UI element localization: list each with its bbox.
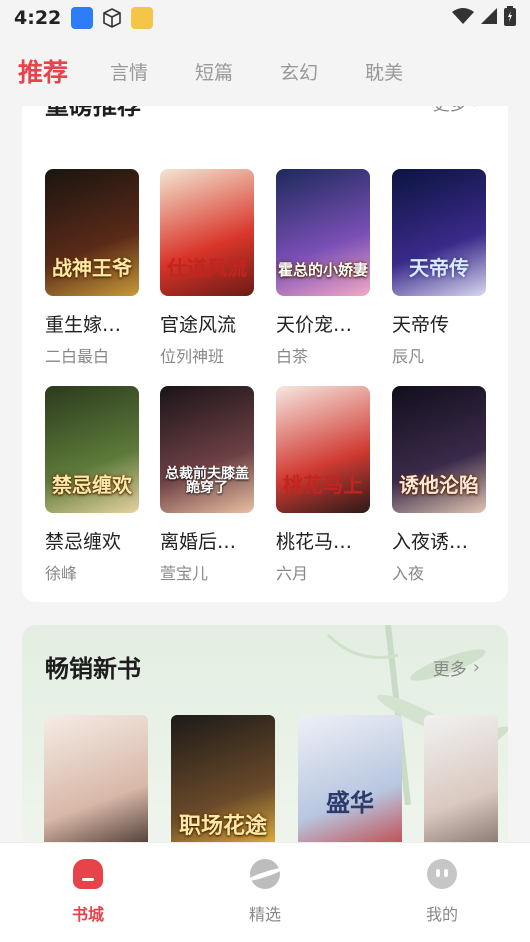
cover-title: 禁忌缠欢	[52, 473, 132, 497]
more-label: 更多	[432, 660, 467, 680]
book-item[interactable]: 桃花马上 桃花马… 六月	[276, 386, 370, 584]
book-cover[interactable]: 霍总的小娇妻	[276, 169, 370, 296]
book-item[interactable]: 诱他沦陷 入夜诱… 入夜	[392, 386, 486, 584]
cover-title: 诱他沦陷	[399, 473, 479, 497]
tab-recommend[interactable]: 推荐	[18, 53, 68, 89]
chevron-right-icon: ›	[472, 657, 480, 678]
book-cover[interactable]: 职场花途	[171, 715, 275, 842]
book-cover[interactable]: 禁忌缠欢	[45, 386, 139, 513]
chevron-right-icon: ›	[473, 106, 480, 113]
section-title: 畅销新书	[45, 655, 141, 683]
book-title[interactable]: 重生嫁…	[45, 310, 139, 337]
status-bar: 4:22	[0, 0, 530, 36]
cover-title: 桃花马上	[283, 473, 363, 497]
cover-title: 仕道风流	[167, 256, 247, 280]
bestseller-section: 畅销新书 更多 › 职场花途 盛华	[22, 625, 508, 842]
book-author: 白茶	[276, 347, 309, 366]
book-title[interactable]: 离婚后…	[160, 527, 254, 554]
wifi-icon	[452, 7, 474, 30]
tab-fantasy[interactable]: 玄幻	[280, 58, 318, 85]
cover-title: 总裁前夫膝盖跪穿了	[165, 466, 249, 496]
book-cover[interactable]	[44, 715, 148, 842]
tab-romance[interactable]: 言情	[110, 58, 148, 85]
book-cover[interactable]	[424, 715, 498, 842]
book-title[interactable]: 天帝传	[392, 310, 486, 337]
book-title[interactable]: 天价宠…	[276, 310, 370, 337]
book-title[interactable]: 官途风流	[160, 310, 254, 337]
cover-title: 霍总的小娇妻	[277, 261, 368, 279]
status-time: 4:22	[14, 7, 62, 29]
book-title[interactable]: 桃花马…	[276, 527, 370, 554]
book-author: 萱宝儿	[160, 564, 209, 583]
nav-bookstore[interactable]: 书城	[43, 859, 133, 925]
bookstore-icon	[73, 859, 103, 889]
book-author: 六月	[276, 564, 309, 583]
nav-label: 书城	[71, 905, 104, 924]
content-scroll[interactable]: 重磅推荐 更多 › 战神王爷 重生嫁… 二白最白 仕道风流 官途风流 位列神班 …	[0, 106, 530, 842]
book-author: 二白最白	[45, 347, 110, 366]
book-item[interactable]: 仕道风流 官途风流 位列神班	[160, 169, 254, 367]
book-author: 徐峰	[45, 564, 78, 583]
game-icon	[131, 7, 154, 29]
book-cover[interactable]: 桃花马上	[276, 386, 370, 513]
app-blue-icon	[71, 7, 94, 29]
nav-featured[interactable]: 精选	[220, 859, 310, 925]
more-link[interactable]: 更多 ›	[433, 106, 480, 115]
book-cover[interactable]: 盛华	[298, 715, 402, 842]
book-item[interactable]: 霍总的小娇妻 天价宠… 白茶	[276, 169, 370, 367]
category-tabs: 推荐 言情 短篇 玄幻 耽美	[0, 40, 530, 102]
book-cover[interactable]: 天帝传	[392, 169, 486, 296]
book-title[interactable]: 禁忌缠欢	[45, 527, 139, 554]
more-label: 更多	[433, 106, 467, 115]
tab-danmei[interactable]: 耽美	[365, 58, 403, 85]
cover-title: 天帝传	[409, 256, 469, 280]
book-title[interactable]: 入夜诱…	[392, 527, 486, 554]
tab-short[interactable]: 短篇	[195, 58, 233, 85]
book-item[interactable]: 总裁前夫膝盖跪穿了 离婚后… 萱宝儿	[160, 386, 254, 584]
cover-title: 战神王爷	[52, 256, 132, 280]
section-title: 重磅推荐	[45, 106, 141, 120]
bottom-nav: 书城 精选 我的	[0, 842, 530, 942]
more-link[interactable]: 更多 ›	[433, 655, 480, 680]
book-author: 入夜	[392, 564, 425, 583]
nav-label: 我的	[425, 905, 458, 924]
book-cover[interactable]: 战神王爷	[45, 169, 139, 296]
planet-icon	[246, 859, 284, 889]
book-author: 辰凡	[392, 347, 425, 366]
book-item[interactable]: 战神王爷 重生嫁… 二白最白	[45, 169, 139, 367]
featured-section: 重磅推荐 更多 › 战神王爷 重生嫁… 二白最白 仕道风流 官途风流 位列神班 …	[22, 106, 508, 602]
cover-title: 职场花途	[178, 813, 267, 839]
book-cover[interactable]: 仕道风流	[160, 169, 254, 296]
profile-icon	[427, 859, 457, 889]
book-author: 位列神班	[160, 347, 225, 366]
book-cover[interactable]: 诱他沦陷	[392, 386, 486, 513]
book-item[interactable]: 天帝传 天帝传 辰凡	[392, 169, 486, 367]
nav-profile[interactable]: 我的	[397, 859, 487, 925]
nav-label: 精选	[248, 905, 281, 924]
battery-icon	[504, 5, 516, 31]
box-icon	[101, 7, 123, 29]
signal-icon	[480, 7, 498, 30]
book-cover[interactable]: 总裁前夫膝盖跪穿了	[160, 386, 254, 513]
book-item[interactable]: 禁忌缠欢 禁忌缠欢 徐峰	[45, 386, 139, 584]
cover-title: 盛华	[326, 788, 374, 817]
